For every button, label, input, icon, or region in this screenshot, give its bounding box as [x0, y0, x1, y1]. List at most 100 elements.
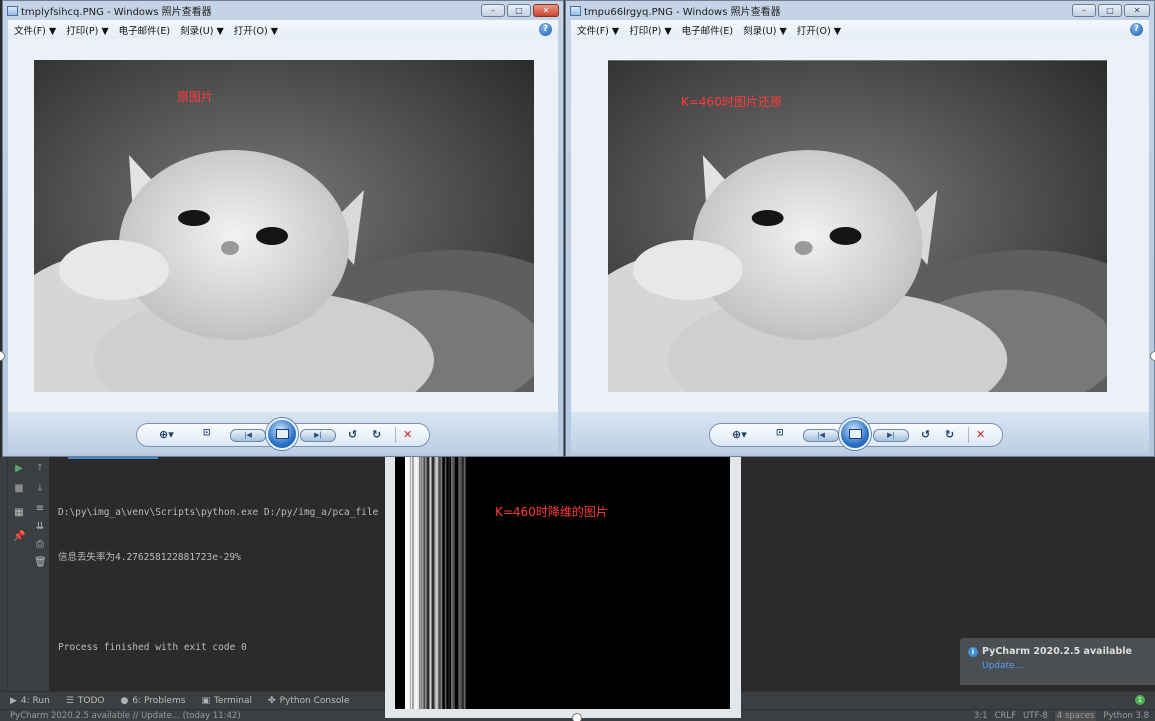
control-pill: ⊕▾ ⊡ |◀ ▶| ↺ ↻ ✕ [136, 418, 430, 450]
slideshow-icon [276, 429, 289, 439]
rotate-ccw-icon[interactable]: ↺ [921, 428, 930, 441]
next-button[interactable]: ▶| [873, 429, 909, 442]
image-caption: 原图片 [177, 90, 214, 104]
update-notification[interactable]: i PyCharm 2020.2.5 available Update... [960, 638, 1155, 685]
title-bar[interactable]: tmpu66lrgyq.PNG - Windows 照片查看器 – □ ✕ [566, 1, 1154, 20]
maximize-button[interactable]: □ [507, 4, 531, 17]
window-title: tmpu66lrgyq.PNG - Windows 照片查看器 [584, 7, 781, 18]
minimize-button[interactable]: – [481, 4, 505, 17]
event-log-icon[interactable]: 1 [1135, 695, 1145, 705]
kitten-photo-original [34, 60, 534, 392]
run-icon: ▶ [10, 695, 17, 706]
menu-bar: 文件(F) ▼ 打印(P) ▼ 电子邮件(E) 刻录(U) ▼ 打开(O) ▼ … [8, 20, 558, 39]
close-button[interactable]: ✕ [533, 4, 559, 17]
run-tab-underline [68, 457, 158, 459]
indent-setting[interactable]: 4 spaces [1054, 710, 1097, 721]
list-icon: ☰ [65, 695, 74, 706]
fit-icon[interactable]: ⊡ [776, 428, 784, 438]
console-line: 信息丢失率为4.276258122881723e-29% [58, 552, 241, 563]
status-message[interactable]: PyCharm 2020.2.5 available // Update... … [10, 711, 241, 721]
kitten-image [34, 60, 534, 392]
up-icon[interactable]: ↑ [34, 463, 46, 475]
scroll-end-icon[interactable]: ⇊ [34, 521, 46, 533]
trash-icon[interactable]: 🗑 [34, 557, 47, 569]
menu-open[interactable]: 打开(O) ▼ [797, 23, 841, 37]
zoom-icon[interactable]: ⊕▾ [732, 428, 747, 441]
tab-python-console[interactable]: ✤ Python Console [268, 696, 349, 706]
control-divider [968, 427, 969, 443]
control-pill: ⊕▾ ⊡ |◀ ▶| ↺ ↻ ✕ [709, 418, 1003, 450]
control-divider [395, 427, 396, 443]
slideshow-button[interactable] [266, 418, 298, 450]
next-button[interactable]: ▶| [300, 429, 336, 442]
interpreter[interactable]: Python 3.8 [1103, 711, 1149, 721]
resize-handle[interactable] [1150, 351, 1155, 361]
rotate-ccw-icon[interactable]: ↺ [348, 428, 357, 441]
maximize-button[interactable]: □ [1098, 4, 1122, 17]
ide-side-strip [0, 457, 8, 691]
viewer-controls: ⊕▾ ⊡ |◀ ▶| ↺ ↻ ✕ [8, 412, 558, 454]
tab-problems[interactable]: ● 6: Problems [121, 696, 186, 706]
desktop: ▶ ■ ▦ 📌 ↑ ↓ ≡ ⇊ ⎙ 🗑 D:\py\img_a\venv\Scr… [0, 0, 1155, 721]
line-separator[interactable]: CRLF [995, 711, 1016, 721]
resize-handle[interactable] [572, 713, 582, 721]
cursor-position[interactable]: 3:1 [974, 711, 988, 721]
tab-run-label: 4: Run [20, 695, 50, 706]
menu-email[interactable]: 电子邮件(E) [119, 23, 170, 37]
menu-file[interactable]: 文件(F) ▼ [14, 23, 56, 37]
menu-burn[interactable]: 刻录(U) ▼ [180, 23, 224, 37]
menu-bar: 文件(F) ▼ 打印(P) ▼ 电子邮件(E) 刻录(U) ▼ 打开(O) ▼ … [571, 20, 1149, 39]
help-icon[interactable]: ? [539, 23, 552, 36]
previous-button[interactable]: |◀ [803, 429, 839, 442]
image-caption: K=460时降维的图片 [495, 505, 608, 519]
close-button[interactable]: ✕ [1124, 4, 1150, 17]
layout-icon[interactable]: ▦ [13, 507, 25, 519]
rotate-cw-icon[interactable]: ↻ [945, 428, 954, 441]
problems-icon: ● [120, 695, 129, 706]
tab-run[interactable]: ▶ 4: Run [10, 696, 50, 706]
menu-burn[interactable]: 刻录(U) ▼ [743, 23, 787, 37]
file-encoding[interactable]: UTF-8 [1023, 711, 1048, 721]
image-viewport: K=460时图片还原 [571, 39, 1149, 412]
delete-icon[interactable]: ✕ [403, 428, 412, 441]
image-viewport: 原图片 [8, 39, 558, 412]
help-icon[interactable]: ? [1130, 23, 1143, 36]
menu-print[interactable]: 打印(P) ▼ [629, 23, 671, 37]
pin-icon[interactable]: 📌 [13, 531, 25, 543]
slideshow-button[interactable] [839, 418, 871, 450]
info-icon: i [968, 646, 978, 657]
window-title: tmplyfsihcq.PNG - Windows 照片查看器 [21, 7, 212, 18]
terminal-icon: ▣ [201, 695, 210, 706]
menu-print[interactable]: 打印(P) ▼ [66, 23, 108, 37]
run-toolbar: ▶ ■ ▦ 📌 [8, 457, 30, 691]
rerun-icon[interactable]: ▶ [13, 463, 25, 475]
down-icon[interactable]: ↓ [34, 483, 46, 495]
menu-open[interactable]: 打开(O) ▼ [234, 23, 278, 37]
run-toolbar-secondary: ↑ ↓ ≡ ⇊ ⎙ 🗑 [30, 457, 50, 691]
photo-viewer-reconstructed: tmpu66lrgyq.PNG - Windows 照片查看器 – □ ✕ 文件… [565, 0, 1155, 457]
soft-wrap-icon[interactable]: ≡ [34, 503, 46, 515]
run-console[interactable]: D:\py\img_a\venv\Scripts\python.exe D:/p… [50, 457, 385, 691]
print-icon[interactable]: ⎙ [34, 539, 46, 551]
console-line: Process finished with exit code 0 [58, 642, 247, 653]
slideshow-icon [849, 429, 862, 439]
tab-terminal-label: Terminal [213, 695, 253, 706]
menu-email[interactable]: 电子邮件(E) [682, 23, 733, 37]
reduced-image-window: K=460时降维的图片 [385, 457, 741, 718]
tab-todo[interactable]: ☰ TODO [66, 696, 105, 706]
minimize-button[interactable]: – [1072, 4, 1096, 17]
tab-todo-label: TODO [77, 695, 105, 706]
zoom-icon[interactable]: ⊕▾ [159, 428, 174, 441]
tab-python-console-label: Python Console [279, 695, 350, 706]
delete-icon[interactable]: ✕ [976, 428, 985, 441]
photo-viewer-original: tmplyfsihcq.PNG - Windows 照片查看器 – □ ✕ 文件… [2, 0, 564, 457]
fit-icon[interactable]: ⊡ [203, 428, 211, 438]
update-link[interactable]: Update... [982, 661, 1155, 671]
rotate-cw-icon[interactable]: ↻ [372, 428, 381, 441]
stop-icon[interactable]: ■ [13, 483, 25, 495]
tab-terminal[interactable]: ▣ Terminal [201, 696, 252, 706]
previous-button[interactable]: |◀ [230, 429, 266, 442]
title-bar[interactable]: tmplyfsihcq.PNG - Windows 照片查看器 – □ ✕ [3, 1, 563, 20]
menu-file[interactable]: 文件(F) ▼ [577, 23, 619, 37]
